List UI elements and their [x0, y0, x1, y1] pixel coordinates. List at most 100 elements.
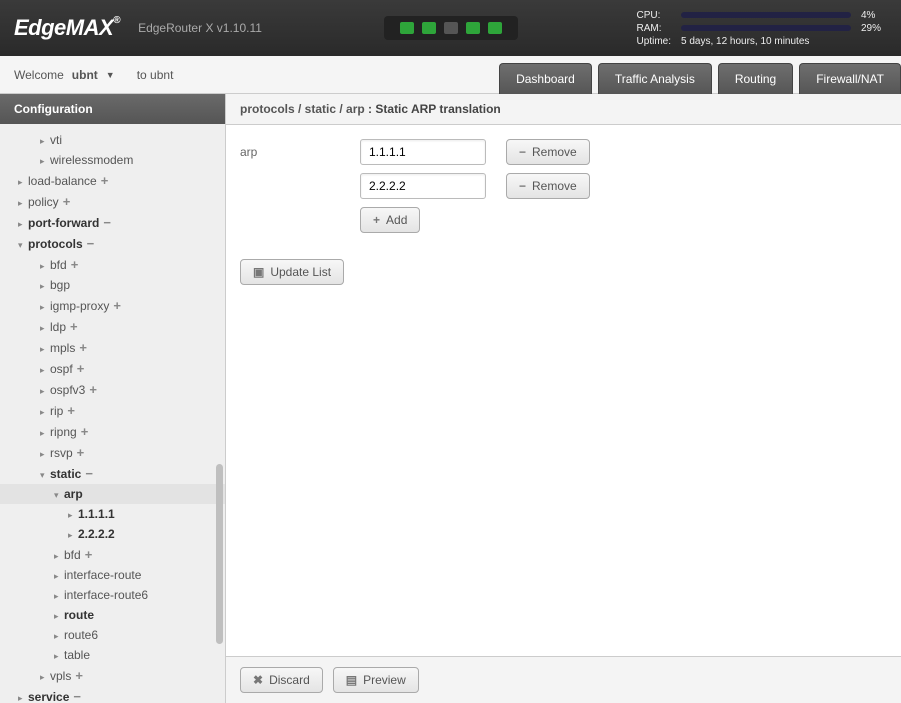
arp-inputs: − Remove − Remove + A	[360, 139, 590, 233]
tree-item-route6[interactable]: ▸route6	[0, 625, 225, 645]
add-label: Add	[386, 213, 407, 227]
form-area: arp − Remove − Remove	[226, 125, 901, 656]
config-tree[interactable]: ▸vti▸wirelessmodem▸load-balance+▸policy+…	[0, 124, 225, 701]
add-button[interactable]: + Add	[360, 207, 420, 233]
tree-item-label: interface-route6	[64, 588, 148, 602]
product-name: EdgeRouter X v1.10.11	[138, 21, 262, 35]
tree-item-rip[interactable]: ▸rip+	[0, 400, 225, 421]
scrollbar-thumb[interactable]	[216, 464, 223, 644]
update-list-button[interactable]: ▣ Update List	[240, 259, 344, 285]
tree-item-policy[interactable]: ▸policy+	[0, 191, 225, 212]
tab-firewall-nat[interactable]: Firewall/NAT	[799, 63, 901, 94]
tree-item-ospf[interactable]: ▸ospf+	[0, 358, 225, 379]
tree-item-label: vti	[50, 133, 62, 147]
tree-item-label: service	[28, 690, 69, 701]
caret-icon: ▾	[18, 240, 28, 251]
tree-item-arp[interactable]: ▾arp	[0, 484, 225, 504]
remove-button-1[interactable]: − Remove	[506, 173, 590, 199]
tree-item-2-2-2-2[interactable]: ▸2.2.2.2	[0, 524, 225, 544]
tree-item-service[interactable]: ▸service−	[0, 686, 225, 701]
tree-item-protocols[interactable]: ▾protocols−	[0, 233, 225, 254]
logo-text: EdgeMAX	[14, 15, 113, 40]
remove-label: Remove	[532, 145, 577, 159]
main-tabs: Dashboard Traffic Analysis Routing Firew…	[499, 63, 901, 94]
uptime-label: Uptime:	[633, 36, 675, 47]
collapse-icon[interactable]: −	[85, 466, 93, 481]
expand-icon[interactable]: +	[81, 424, 89, 439]
tree-item-table[interactable]: ▸table	[0, 645, 225, 665]
content-footer: ✖ Discard ▤ Preview	[226, 656, 901, 703]
expand-icon[interactable]: +	[67, 403, 75, 418]
discard-button[interactable]: ✖ Discard	[240, 667, 323, 693]
caret-icon: ▾	[40, 470, 50, 481]
caret-icon: ▸	[40, 323, 50, 334]
tab-traffic-analysis[interactable]: Traffic Analysis	[598, 63, 712, 94]
tree-item-label: static	[50, 467, 81, 481]
expand-icon[interactable]: +	[85, 547, 93, 562]
tree-item-1-1-1-1[interactable]: ▸1.1.1.1	[0, 504, 225, 524]
welcome-user: ubnt	[72, 68, 98, 82]
tree-item-bgp[interactable]: ▸bgp	[0, 275, 225, 295]
expand-icon[interactable]: +	[89, 382, 97, 397]
tree-item-interface-route6[interactable]: ▸interface-route6	[0, 585, 225, 605]
eye-icon: ▤	[346, 673, 357, 687]
tree-item-load-balance[interactable]: ▸load-balance+	[0, 170, 225, 191]
tree-item-port-forward[interactable]: ▸port-forward−	[0, 212, 225, 233]
minus-icon: −	[519, 145, 526, 159]
save-icon: ▣	[253, 265, 264, 279]
port-1	[400, 22, 414, 34]
tab-dashboard[interactable]: Dashboard	[499, 63, 592, 94]
expand-icon[interactable]: +	[70, 319, 78, 334]
port-3	[444, 22, 458, 34]
remove-button-0[interactable]: − Remove	[506, 139, 590, 165]
logo-reg: ®	[113, 15, 120, 26]
ram-label: RAM:	[633, 23, 675, 34]
caret-icon: ▸	[54, 571, 64, 582]
tree-item-label: ripng	[50, 425, 77, 439]
tree-item-ripng[interactable]: ▸ripng+	[0, 421, 225, 442]
expand-icon[interactable]: +	[77, 361, 85, 376]
caret-icon: ▸	[40, 672, 50, 683]
arp-input-0[interactable]	[360, 139, 486, 165]
caret-icon: ▸	[18, 693, 28, 701]
tree-item-ospfv3[interactable]: ▸ospfv3+	[0, 379, 225, 400]
caret-icon: ▸	[54, 551, 64, 562]
expand-icon[interactable]: +	[75, 668, 83, 683]
tree-item-wirelessmodem[interactable]: ▸wirelessmodem	[0, 150, 225, 170]
collapse-icon[interactable]: −	[73, 689, 81, 701]
expand-icon[interactable]: +	[77, 445, 85, 460]
expand-icon[interactable]: +	[71, 257, 79, 272]
tree-item-rsvp[interactable]: ▸rsvp+	[0, 442, 225, 463]
remove-label: Remove	[532, 179, 577, 193]
breadcrumb: protocols / static / arp : Static ARP tr…	[226, 94, 901, 125]
tree-item-interface-route[interactable]: ▸interface-route	[0, 565, 225, 585]
collapse-icon[interactable]: −	[103, 215, 111, 230]
caret-icon: ▸	[68, 530, 78, 541]
expand-icon[interactable]: +	[101, 173, 109, 188]
tree-item-bfd[interactable]: ▸bfd+	[0, 544, 225, 565]
expand-icon[interactable]: +	[63, 194, 71, 209]
preview-button[interactable]: ▤ Preview	[333, 667, 419, 693]
tree-item-route[interactable]: ▸route	[0, 605, 225, 625]
arp-field-label: arp	[240, 139, 340, 159]
tree-item-igmp-proxy[interactable]: ▸igmp-proxy+	[0, 295, 225, 316]
expand-icon[interactable]: +	[113, 298, 121, 313]
tree-item-vti[interactable]: ▸vti	[0, 130, 225, 150]
welcome-dropdown[interactable]: Welcome ubnt ▼	[14, 68, 115, 82]
tab-routing[interactable]: Routing	[718, 63, 793, 94]
expand-icon[interactable]: +	[79, 340, 87, 355]
tree-item-bfd[interactable]: ▸bfd+	[0, 254, 225, 275]
app-header: EdgeMAX® EdgeRouter X v1.10.11 CPU: 4% R…	[0, 0, 901, 56]
ram-pct: 29%	[857, 23, 885, 34]
tree-item-ldp[interactable]: ▸ldp+	[0, 316, 225, 337]
tree-item-static[interactable]: ▾static−	[0, 463, 225, 484]
hostname-label: to ubnt	[137, 68, 174, 82]
caret-icon: ▸	[54, 651, 64, 662]
tree-item-label: arp	[64, 487, 83, 501]
tree-item-vpls[interactable]: ▸vpls+	[0, 665, 225, 686]
logo: EdgeMAX®	[14, 15, 120, 41]
arp-input-1[interactable]	[360, 173, 486, 199]
tree-item-mpls[interactable]: ▸mpls+	[0, 337, 225, 358]
tree-item-label: wirelessmodem	[50, 153, 133, 167]
collapse-icon[interactable]: −	[87, 236, 95, 251]
